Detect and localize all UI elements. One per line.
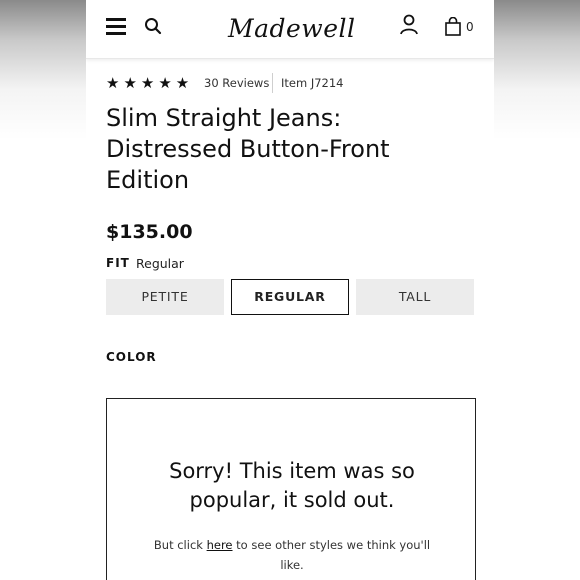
fit-option-petite[interactable]: PETITE bbox=[106, 279, 224, 315]
bag-count[interactable]: 0 bbox=[466, 20, 474, 34]
account-icon[interactable] bbox=[399, 14, 419, 36]
star-rating: ★★★★★ bbox=[106, 74, 194, 92]
phone-screen: Madewell 0 ★★★★★ 30 Reviews Item J7214 S… bbox=[86, 0, 494, 580]
shopping-bag-icon[interactable] bbox=[445, 17, 461, 36]
fit-value: Regular bbox=[136, 256, 184, 271]
fit-label: FIT bbox=[106, 256, 130, 270]
color-label: COLOR bbox=[106, 350, 157, 364]
site-header: Madewell 0 bbox=[86, 0, 494, 59]
background-left bbox=[0, 0, 86, 580]
menu-icon[interactable] bbox=[106, 18, 126, 35]
other-styles-link[interactable]: here bbox=[207, 538, 233, 552]
fit-option-tall[interactable]: TALL bbox=[356, 279, 474, 315]
rating-divider bbox=[272, 73, 273, 93]
sold-out-subtext: But click here to see other styles we th… bbox=[142, 535, 442, 575]
product-title: Slim Straight Jeans: Distressed Button-F… bbox=[106, 104, 390, 194]
sold-out-message: Sorry! This item was so popular, it sold… bbox=[169, 459, 415, 512]
brand-logo[interactable]: Madewell bbox=[228, 13, 355, 45]
fit-option-regular[interactable]: REGULAR bbox=[231, 279, 349, 315]
sold-out-subtext-prefix: But click bbox=[153, 538, 207, 552]
item-code: Item J7214 bbox=[281, 76, 344, 90]
search-icon[interactable] bbox=[144, 17, 162, 35]
background-right bbox=[494, 0, 580, 580]
reviews-link[interactable]: 30 Reviews bbox=[204, 76, 269, 90]
sold-out-subtext-suffix: to see other styles we think you'll like… bbox=[232, 538, 431, 572]
product-price: $135.00 bbox=[106, 221, 193, 243]
sold-out-notice: Sorry! This item was so popular, it sold… bbox=[106, 398, 476, 580]
